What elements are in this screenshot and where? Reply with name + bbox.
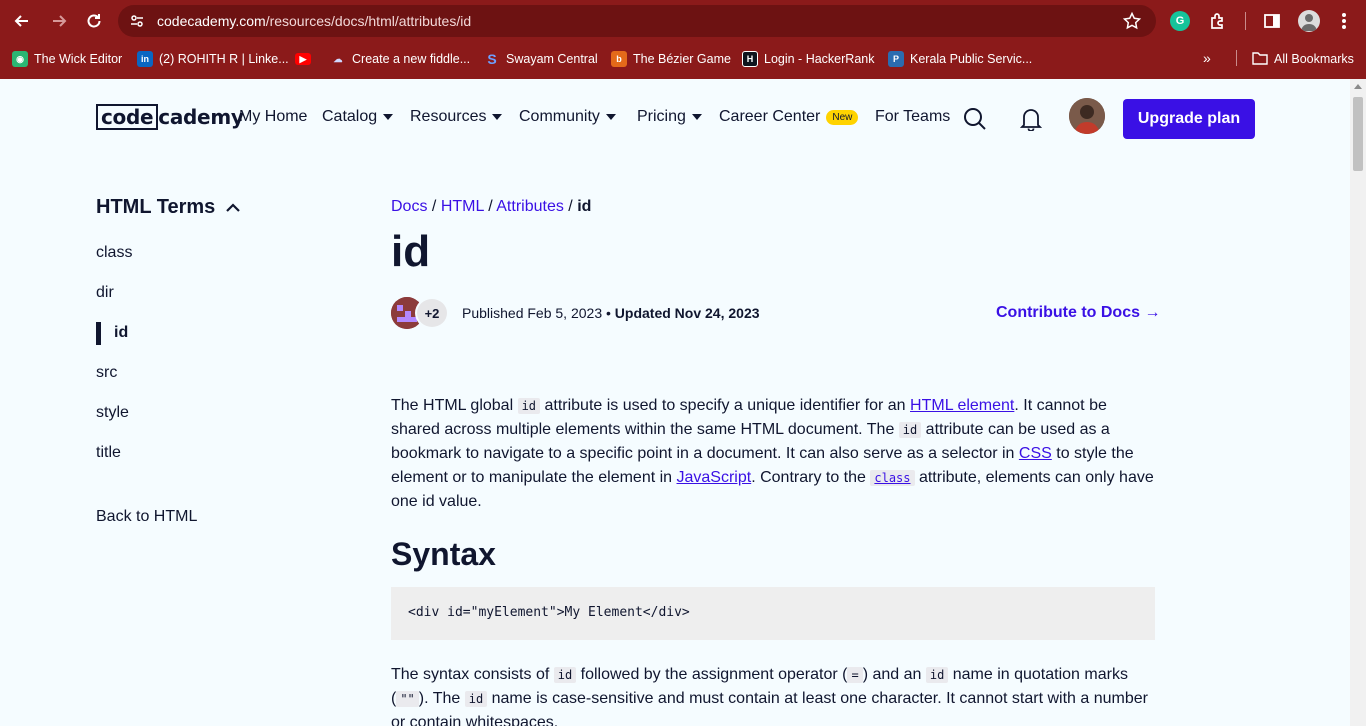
side-panel-icon[interactable] [1260,9,1284,33]
html-element-link[interactable]: HTML element [910,397,1014,414]
back-icon[interactable] [9,8,35,34]
scroll-up-icon[interactable] [1354,84,1362,89]
sidebar-item-style[interactable]: style [96,404,129,422]
grammarly-extension-icon[interactable]: G [1170,11,1190,31]
user-avatar[interactable] [1069,98,1105,134]
bookmark-star-icon[interactable] [1122,11,1142,36]
breadcrumb: Docs / HTML / Attributes / id [391,198,592,215]
bookmark-label: Kerala Public Servic... [910,52,1033,66]
bookmark-swayam[interactable]: S Swayam Central [484,50,598,68]
sidebar-item-id[interactable]: id [96,322,128,345]
bookmark-wick-editor[interactable]: ◉ The Wick Editor [12,50,122,68]
breadcrumb-attributes[interactable]: Attributes [496,198,564,215]
bookmark-label: The Wick Editor [34,52,123,66]
bookmark-bezier-game[interactable]: b The Bézier Game [611,50,731,68]
browser-toolbar: codecademy.com/resources/docs/html/attri… [0,0,1366,42]
forward-icon[interactable] [46,8,72,34]
sidebar-title[interactable]: HTML Terms [96,196,241,219]
breadcrumb-current: id [577,198,592,215]
site-info-icon[interactable] [128,12,146,30]
bookmark-label: Swayam Central [506,52,598,66]
extensions-icon[interactable] [1206,9,1230,33]
browser-menu-icon[interactable] [1332,9,1356,33]
syntax-heading: Syntax [391,536,496,572]
new-badge: New [826,109,859,125]
logo-text: cademy [158,105,244,129]
youtube-icon: ▶ [295,53,311,65]
sidebar-item-dir[interactable]: dir [96,284,114,302]
sidebar-item-src[interactable]: src [96,364,117,382]
search-icon[interactable] [962,106,988,132]
linkedin-icon: in [137,51,153,67]
nav-catalog[interactable]: Catalog [322,108,394,126]
notifications-bell-icon[interactable] [1018,106,1044,132]
codecademy-logo[interactable]: code cademy [96,103,244,131]
kpsc-icon: P [888,51,904,67]
page-scrollbar[interactable] [1350,79,1366,726]
bookmark-label: Login - HackerRank [764,52,875,66]
url-text[interactable]: codecademy.com/resources/docs/html/attri… [157,13,471,29]
nav-my-home[interactable]: My Home [239,108,307,126]
more-contributors-badge: +2 [415,297,449,329]
bookmark-jsfiddle[interactable]: ☁ Create a new fiddle... [330,50,471,68]
code-block[interactable]: <div id="myElement">My Element</div> [391,587,1155,640]
nav-community[interactable]: Community [519,108,616,126]
nav-career-center[interactable]: Career Center New [719,108,859,126]
jsfiddle-icon: ☁ [333,53,343,64]
page-title: id [391,227,431,276]
all-bookmarks[interactable]: All Bookmarks [1252,50,1354,68]
bookmark-label: (2) ROHITH R | Linke... [159,52,289,66]
site-header: code cademy My Home Catalog Resources Com… [0,79,1350,159]
nav-for-teams[interactable]: For Teams [875,108,950,126]
javascript-link[interactable]: JavaScript [677,469,752,486]
hackerrank-icon: H [742,51,758,67]
bookmark-youtube[interactable]: ▶ [295,50,311,68]
bezier-game-icon: b [611,51,627,67]
bookmark-linkedin[interactable]: in (2) ROHITH R | Linke... [137,50,289,68]
more-bookmarks-icon[interactable]: » [1203,50,1211,66]
sidebar-item-title[interactable]: title [96,444,121,462]
back-to-html-link[interactable]: Back to HTML [96,508,197,526]
bookmark-kpsc[interactable]: P Kerala Public Servic... [888,50,1032,68]
logo-boxed-text: code [96,104,159,130]
bookmarks-bar: ◉ The Wick Editor in (2) ROHITH R | Link… [0,42,1366,74]
scroll-thumb[interactable] [1353,97,1363,171]
sidebar-item-class[interactable]: class [96,244,132,262]
breadcrumb-docs[interactable]: Docs [391,198,427,215]
caret-down-icon [383,114,394,120]
caret-down-icon [691,114,702,120]
bookmark-label: The Bézier Game [633,52,731,66]
all-bookmarks-label: All Bookmarks [1274,52,1354,66]
class-link[interactable]: class [870,470,915,486]
publish-info: Published Feb 5, 2023 • Updated Nov 24, … [462,305,760,321]
contribute-to-docs-link[interactable]: Contribute to Docs → [996,304,1160,322]
profile-avatar[interactable] [1298,10,1320,32]
upgrade-plan-button[interactable]: Upgrade plan [1123,99,1255,139]
bookmark-label: Create a new fiddle... [352,52,471,66]
chevron-up-icon [225,196,241,219]
browser-chrome: codecademy.com/resources/docs/html/attri… [0,0,1366,79]
page-content: code cademy My Home Catalog Resources Com… [0,79,1350,726]
intro-paragraph: The HTML global id attribute is used to … [391,397,1154,510]
address-bar[interactable]: codecademy.com/resources/docs/html/attri… [118,5,1156,37]
swayam-icon: S [487,51,497,67]
css-link[interactable]: CSS [1019,445,1052,462]
toolbar-separator [1245,12,1246,30]
caret-down-icon [605,114,616,120]
nav-resources[interactable]: Resources [410,108,503,126]
syntax-paragraph: The syntax consists of id followed by th… [391,666,1148,726]
breadcrumb-html[interactable]: HTML [441,198,484,215]
contributors[interactable]: +2 [391,297,451,331]
reload-icon[interactable] [81,8,107,34]
caret-down-icon [492,114,503,120]
bookmarks-separator [1236,50,1237,66]
wick-icon: ◉ [12,51,28,67]
folder-icon [1252,51,1268,68]
nav-pricing[interactable]: Pricing [637,108,702,126]
bookmark-hackerrank[interactable]: H Login - HackerRank [742,50,874,68]
